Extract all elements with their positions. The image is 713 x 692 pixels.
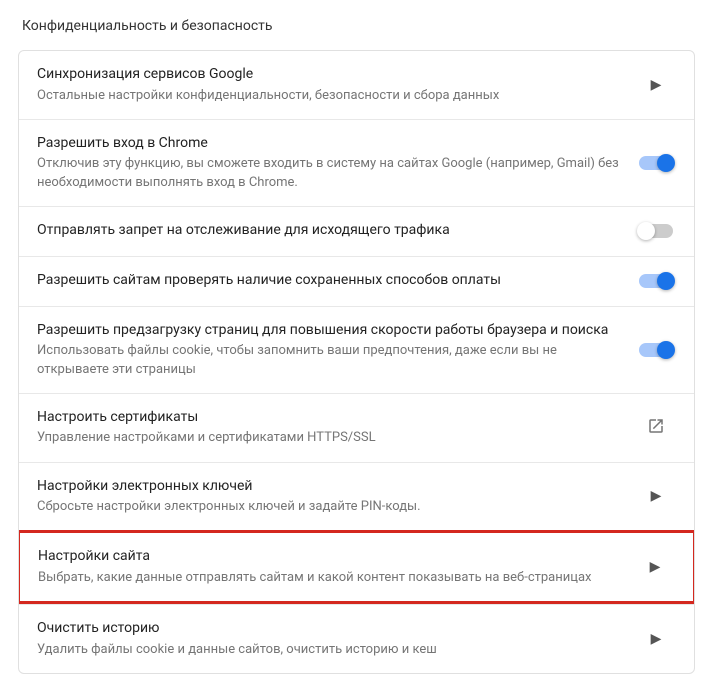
row-desc: Отключив эту функцию, вы сможете входить… (37, 155, 624, 191)
chevron-right-icon: ▶ (650, 559, 661, 575)
row-action: ▶ (636, 631, 676, 647)
row-desc: Использовать файлы cookie, чтобы запомни… (37, 342, 624, 378)
row-payment-check[interactable]: Разрешить сайтам проверять наличие сохра… (19, 256, 694, 306)
row-clear-history[interactable]: Очистить историю Удалить файлы cookie и … (19, 604, 694, 673)
row-title: Разрешить вход в Chrome (37, 134, 624, 154)
settings-panel: Синхронизация сервисов Google Остальные … (18, 50, 695, 674)
chevron-right-icon: ▶ (651, 631, 662, 647)
row-site-settings[interactable]: Настройки сайта Выбрать, какие данные от… (18, 530, 695, 604)
row-title: Настройки сайта (38, 547, 623, 567)
row-title: Настроить сертификаты (37, 408, 624, 428)
row-text: Очистить историю Удалить файлы cookie и … (37, 619, 636, 659)
row-allow-chrome-signin[interactable]: Разрешить вход в Chrome Отключив эту фун… (19, 119, 694, 206)
row-action (636, 224, 676, 238)
row-action: ▶ (636, 488, 676, 504)
toggle-switch[interactable] (639, 224, 673, 238)
row-security-keys[interactable]: Настройки электронных ключей Сбросьте на… (19, 462, 694, 531)
row-do-not-track[interactable]: Отправлять запрет на отслеживание для ис… (19, 206, 694, 256)
row-title: Очистить историю (37, 619, 624, 639)
row-title: Разрешить сайтам проверять наличие сохра… (37, 271, 624, 291)
row-action (636, 343, 676, 357)
external-link-icon (647, 417, 665, 439)
chevron-right-icon: ▶ (651, 488, 662, 504)
row-title: Настройки электронных ключей (37, 477, 624, 497)
row-action (636, 274, 676, 288)
row-preload-pages[interactable]: Разрешить предзагрузку страниц для повыш… (19, 306, 694, 393)
row-manage-certificates[interactable]: Настроить сертификаты Управление настрой… (19, 393, 694, 462)
row-action: ▶ (635, 559, 675, 575)
row-text: Разрешить предзагрузку страниц для повыш… (37, 321, 636, 379)
toggle-switch[interactable] (639, 156, 673, 170)
row-google-sync[interactable]: Синхронизация сервисов Google Остальные … (19, 51, 694, 119)
row-text: Отправлять запрет на отслеживание для ис… (37, 221, 636, 241)
row-text: Настроить сертификаты Управление настрой… (37, 408, 636, 448)
row-title: Синхронизация сервисов Google (37, 65, 624, 85)
row-text: Синхронизация сервисов Google Остальные … (37, 65, 636, 105)
row-action (636, 156, 676, 170)
row-action: ▶ (636, 77, 676, 93)
row-desc: Удалить файлы cookie и данные сайтов, оч… (37, 641, 624, 659)
row-action (636, 417, 676, 439)
row-title: Разрешить предзагрузку страниц для повыш… (37, 321, 624, 341)
chevron-right-icon: ▶ (651, 77, 662, 93)
row-desc: Сбросьте настройки электронных ключей и … (37, 498, 624, 516)
toggle-switch[interactable] (639, 274, 673, 288)
row-desc: Управление настройками и сертификатами H… (37, 429, 624, 447)
row-text: Настройки сайта Выбрать, какие данные от… (38, 547, 635, 587)
row-desc: Выбрать, какие данные отправлять сайтам … (38, 569, 623, 587)
row-title: Отправлять запрет на отслеживание для ис… (37, 221, 624, 241)
row-text: Разрешить сайтам проверять наличие сохра… (37, 271, 636, 291)
row-text: Разрешить вход в Chrome Отключив эту фун… (37, 134, 636, 192)
toggle-switch[interactable] (639, 343, 673, 357)
row-text: Настройки электронных ключей Сбросьте на… (37, 477, 636, 517)
section-title: Конфиденциальность и безопасность (18, 18, 695, 34)
row-desc: Остальные настройки конфиденциальности, … (37, 87, 624, 105)
